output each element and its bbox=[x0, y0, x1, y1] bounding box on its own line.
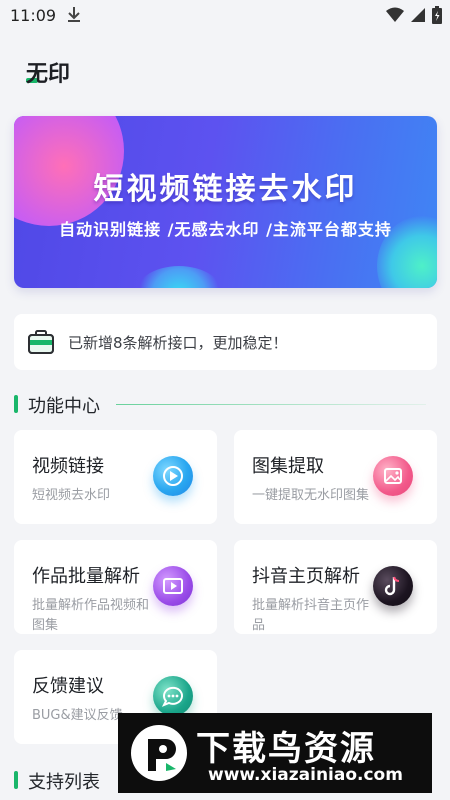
app-title: 无印 bbox=[26, 56, 70, 88]
card-desc: 批量解析抖音主页作品 bbox=[252, 598, 370, 633]
app-title-text: 无印 bbox=[26, 62, 71, 87]
banner-decoration bbox=[134, 266, 224, 288]
watermark-brand: 下载鸟资源 bbox=[196, 729, 376, 769]
briefcase-icon bbox=[28, 330, 54, 354]
status-bar: 11:09 bbox=[0, 0, 450, 32]
video-list-icon bbox=[153, 566, 193, 606]
card-desc: 短视频去水印 bbox=[32, 488, 111, 503]
tiktok-icon bbox=[373, 566, 413, 606]
chat-icon bbox=[153, 676, 193, 716]
card-desc: 一键提取无水印图集 bbox=[252, 488, 370, 503]
play-icon bbox=[153, 456, 193, 496]
card-desc: 批量解析作品视频和图集 bbox=[32, 598, 150, 633]
notice-text: 已新增8条解析接口，更加稳定！ bbox=[68, 334, 288, 352]
card-video-link[interactable]: 视频链接 短视频去水印 bbox=[14, 430, 217, 524]
card-title: 反馈建议 bbox=[32, 676, 104, 697]
signal-icon bbox=[411, 8, 425, 22]
section-divider bbox=[116, 404, 426, 405]
card-title: 视频链接 bbox=[32, 456, 104, 477]
status-time: 11:09 bbox=[10, 6, 57, 25]
download-icon bbox=[68, 7, 80, 22]
image-icon bbox=[373, 456, 413, 496]
section-title: 支持列表 bbox=[28, 772, 100, 793]
banner-subtitle: 自动识别链接 /无感去水印 /主流平台都支持 bbox=[59, 220, 392, 239]
section-title: 功能中心 bbox=[28, 396, 100, 417]
promo-banner[interactable]: 短视频链接去水印 自动识别链接 /无感去水印 /主流平台都支持 bbox=[14, 116, 437, 288]
watermark-overlay: 下载鸟资源 www.xiazainiao.com bbox=[118, 713, 432, 793]
card-gallery-extract[interactable]: 图集提取 一键提取无水印图集 bbox=[234, 430, 437, 524]
watermark-url: www.xiazainiao.com bbox=[208, 765, 403, 785]
bird-logo-icon bbox=[131, 725, 187, 781]
battery-icon bbox=[432, 6, 442, 24]
banner-title: 短视频链接去水印 bbox=[93, 172, 358, 207]
card-title: 图集提取 bbox=[252, 456, 324, 477]
section-accent bbox=[14, 395, 18, 413]
notice-bar[interactable]: 已新增8条解析接口，更加稳定！ bbox=[14, 314, 437, 370]
card-title: 作品批量解析 bbox=[32, 566, 140, 587]
card-title: 抖音主页解析 bbox=[252, 566, 360, 587]
wifi-icon bbox=[386, 7, 404, 22]
card-douyin-profile[interactable]: 抖音主页解析 批量解析抖音主页作品 bbox=[234, 540, 437, 634]
section-header-features: 功能中心 bbox=[14, 392, 437, 417]
section-accent bbox=[14, 771, 18, 789]
card-batch-parse[interactable]: 作品批量解析 批量解析作品视频和图集 bbox=[14, 540, 217, 634]
